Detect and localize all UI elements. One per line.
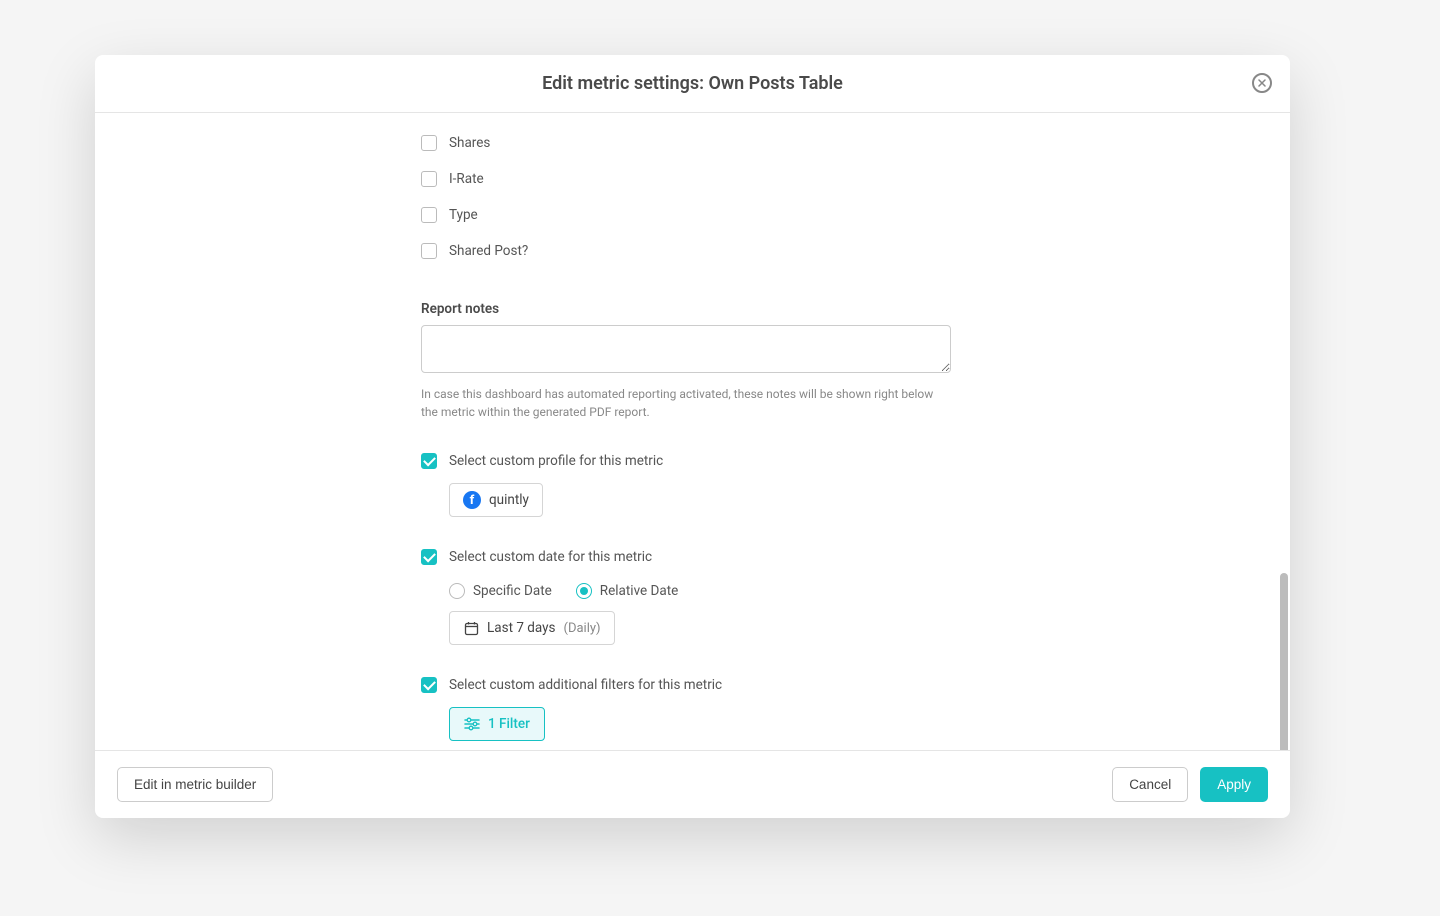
sliders-icon bbox=[464, 717, 480, 731]
footer-actions: Cancel Apply bbox=[1112, 767, 1268, 802]
filter-button[interactable]: 1 Filter bbox=[449, 707, 545, 741]
column-option-shares[interactable]: Shares bbox=[421, 125, 961, 161]
report-notes-label: Report notes bbox=[421, 301, 961, 317]
checkbox-label: Shared Post? bbox=[449, 243, 528, 259]
radio-specific-date[interactable]: Specific Date bbox=[449, 583, 552, 599]
profile-selector[interactable]: f quintly bbox=[449, 483, 543, 517]
checkbox-label: Type bbox=[449, 207, 478, 223]
checkbox-label: Shares bbox=[449, 135, 490, 151]
custom-filters-toggle[interactable]: Select custom additional filters for thi… bbox=[421, 667, 961, 703]
date-range-selector[interactable]: Last 7 days (Daily) bbox=[449, 611, 615, 645]
column-option-irate[interactable]: I-Rate bbox=[421, 161, 961, 197]
facebook-icon: f bbox=[463, 491, 481, 509]
close-icon bbox=[1258, 79, 1266, 87]
checkbox[interactable] bbox=[421, 171, 437, 187]
custom-profile-toggle[interactable]: Select custom profile for this metric bbox=[421, 443, 961, 479]
date-range-label: Last 7 days bbox=[487, 620, 556, 636]
modal-body: Shares I-Rate Type Shared Post? Report n… bbox=[95, 113, 1290, 750]
close-button[interactable] bbox=[1252, 73, 1272, 93]
radio-label: Specific Date bbox=[473, 583, 552, 599]
checkbox[interactable] bbox=[421, 549, 437, 565]
checkbox[interactable] bbox=[421, 677, 437, 693]
date-type-radios: Specific Date Relative Date bbox=[449, 583, 961, 599]
checkbox-label: I-Rate bbox=[449, 171, 484, 187]
checkbox[interactable] bbox=[421, 135, 437, 151]
checkbox[interactable] bbox=[421, 243, 437, 259]
edit-metric-modal: Edit metric settings: Own Posts Table Sh… bbox=[95, 55, 1290, 818]
profile-name: quintly bbox=[489, 492, 529, 508]
checkbox-label: Select custom date for this metric bbox=[449, 549, 652, 565]
checkbox-label: Select custom additional filters for thi… bbox=[449, 677, 722, 693]
checkbox-label: Select custom profile for this metric bbox=[449, 453, 663, 469]
modal-header: Edit metric settings: Own Posts Table bbox=[95, 55, 1290, 113]
edit-in-builder-button[interactable]: Edit in metric builder bbox=[117, 767, 273, 802]
cancel-button[interactable]: Cancel bbox=[1112, 767, 1188, 802]
column-option-type[interactable]: Type bbox=[421, 197, 961, 233]
filter-count-label: 1 Filter bbox=[488, 716, 530, 732]
apply-button[interactable]: Apply bbox=[1200, 767, 1268, 802]
checkbox[interactable] bbox=[421, 453, 437, 469]
scrollbar[interactable] bbox=[1280, 573, 1288, 750]
modal-footer: Edit in metric builder Cancel Apply bbox=[95, 750, 1290, 818]
report-notes-input[interactable] bbox=[421, 325, 951, 373]
modal-title: Edit metric settings: Own Posts Table bbox=[542, 73, 843, 94]
report-notes-helper: In case this dashboard has automated rep… bbox=[421, 385, 951, 421]
radio-label: Relative Date bbox=[600, 583, 679, 599]
calendar-icon bbox=[463, 620, 479, 636]
checkbox[interactable] bbox=[421, 207, 437, 223]
date-granularity: (Daily) bbox=[564, 621, 601, 636]
column-option-sharedpost[interactable]: Shared Post? bbox=[421, 233, 961, 269]
radio[interactable] bbox=[576, 583, 592, 599]
radio-relative-date[interactable]: Relative Date bbox=[576, 583, 679, 599]
modal-content: Shares I-Rate Type Shared Post? Report n… bbox=[421, 113, 961, 750]
radio[interactable] bbox=[449, 583, 465, 599]
custom-date-toggle[interactable]: Select custom date for this metric bbox=[421, 539, 961, 575]
